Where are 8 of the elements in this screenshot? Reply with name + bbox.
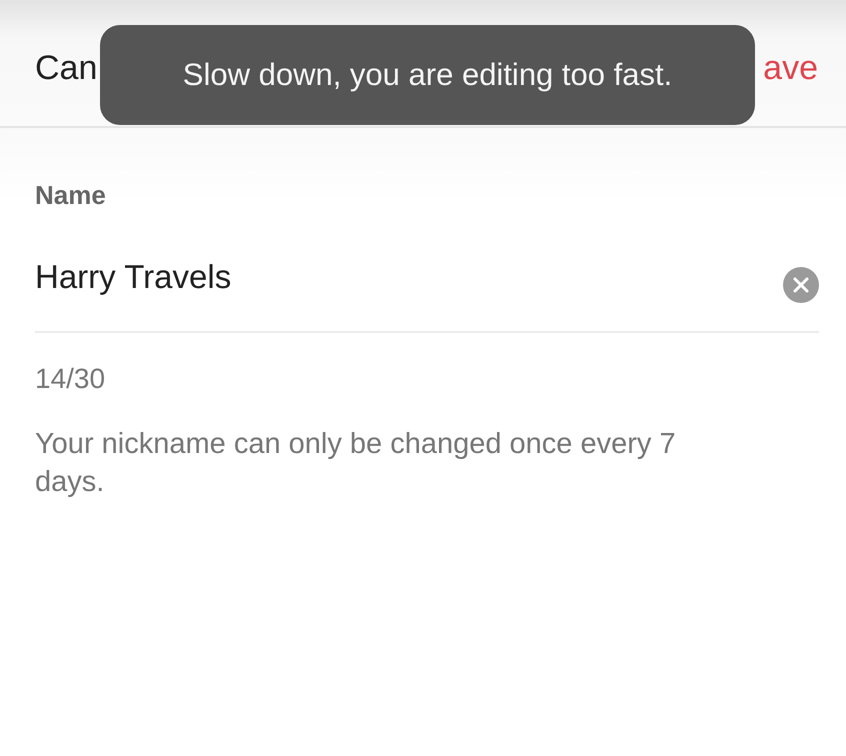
name-input[interactable]: Harry Travels	[35, 258, 783, 296]
clear-icon[interactable]	[783, 267, 819, 303]
hint-text: Your nickname can only be changed once every 7 days.	[35, 427, 677, 500]
toast-message: Slow down, you are editing too fast.	[182, 57, 672, 93]
cancel-button[interactable]: Can	[35, 38, 98, 88]
save-button[interactable]: ave	[763, 38, 818, 88]
character-counter: 14/30	[35, 363, 106, 395]
field-label: Name	[35, 179, 107, 211]
